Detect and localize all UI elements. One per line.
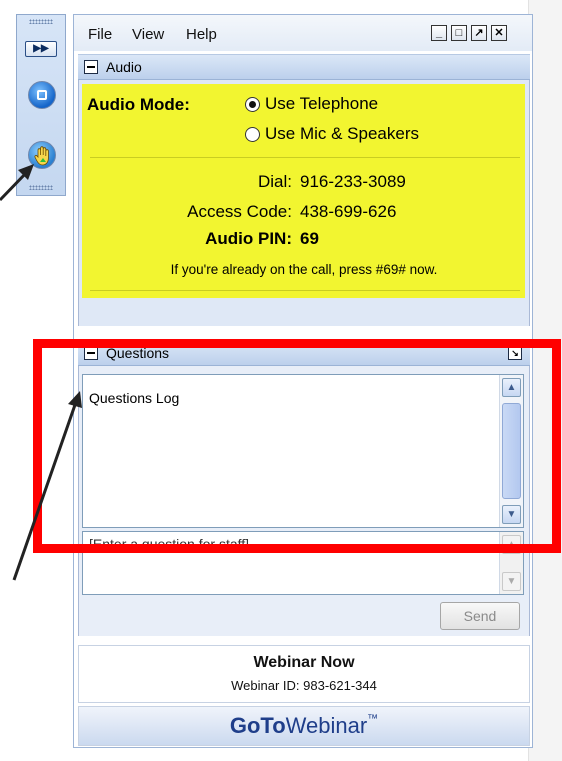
arrow-to-questions-log	[12, 391, 82, 581]
arrow-to-raise-hand	[0, 164, 34, 202]
annotation-arrows	[0, 164, 82, 581]
